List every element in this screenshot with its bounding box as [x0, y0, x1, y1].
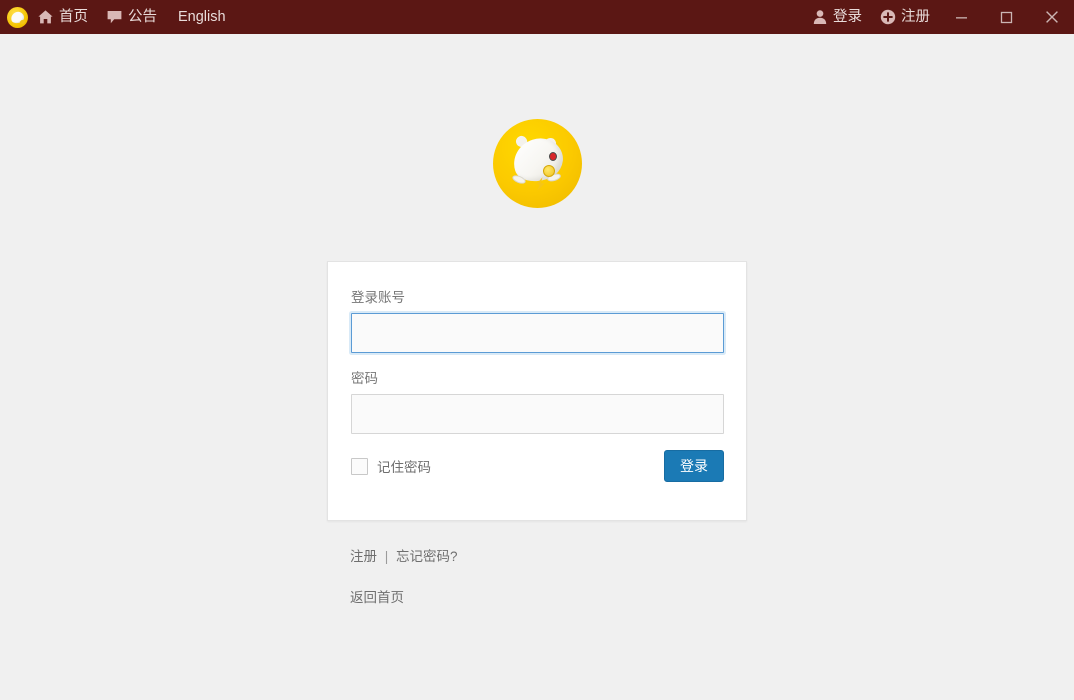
username-label: 登录账号	[351, 290, 405, 305]
window-minimize-button[interactable]	[939, 0, 984, 34]
forgot-password-link[interactable]: 忘记密码?	[396, 549, 458, 564]
window-close-button[interactable]	[1029, 0, 1074, 34]
titlebar-login-button[interactable]: 登录	[803, 0, 871, 34]
login-card-body: 登录账号 密码 记住密码 登录	[328, 262, 746, 483]
nav-item-announcement-label: 公告	[128, 8, 157, 25]
logo-eye	[548, 152, 557, 161]
nav-item-home[interactable]: 首页	[28, 0, 97, 34]
home-icon	[37, 9, 54, 25]
nav-item-language[interactable]: English	[166, 0, 238, 34]
remember-password-label: 记住密码	[377, 460, 431, 476]
titlebar-register-label: 注册	[901, 8, 930, 25]
minimize-icon	[956, 16, 967, 18]
nav-item-announcement[interactable]: 公告	[97, 0, 166, 34]
nav-item-language-label: English	[178, 8, 226, 25]
titlebar-right-group: 登录 注册	[803, 0, 1074, 34]
titlebar-left-group: 首页 公告 English	[0, 0, 238, 34]
close-icon	[1045, 11, 1058, 23]
password-input[interactable]	[351, 394, 724, 435]
titlebar-login-label: 登录	[833, 8, 862, 25]
password-field-group: 密码	[351, 371, 724, 435]
brand-logo-container	[0, 34, 1074, 208]
window-titlebar: 首页 公告 English 登录 注册	[0, 0, 1074, 34]
back-to-home-link[interactable]: 返回首页	[350, 590, 404, 605]
footer-links-row-1: 注册 | 忘记密码?	[350, 545, 458, 565]
login-page: 登录账号 密码 记住密码 登录 注册 | 忘记密码? 返回首页	[0, 34, 1074, 700]
app-logo-icon[interactable]	[7, 6, 28, 28]
username-field-group: 登录账号	[351, 290, 724, 354]
plus-circle-icon	[880, 9, 896, 25]
footer-links: 注册 | 忘记密码? 返回首页	[350, 545, 458, 606]
user-icon	[812, 9, 828, 25]
username-input[interactable]	[351, 313, 724, 354]
remember-password-checkbox[interactable]	[351, 457, 368, 475]
password-label: 密码	[351, 371, 378, 387]
login-submit-button[interactable]: 登录	[664, 450, 724, 483]
maximize-icon	[1000, 11, 1013, 23]
login-card: 登录账号 密码 记住密码 登录	[327, 261, 747, 521]
logo-cheek	[542, 165, 555, 177]
hamster-logo	[492, 119, 582, 208]
remember-password-checkbox-group[interactable]: 记住密码	[351, 456, 431, 476]
window-maximize-button[interactable]	[984, 0, 1029, 34]
footer-separator: |	[384, 549, 389, 564]
footer-links-row-2: 返回首页	[350, 586, 458, 606]
login-actions-row: 记住密码 登录	[351, 450, 724, 483]
titlebar-register-button[interactable]: 注册	[871, 0, 939, 34]
register-link[interactable]: 注册	[350, 549, 377, 564]
speech-bubble-icon	[106, 9, 123, 25]
nav-item-home-label: 首页	[59, 8, 88, 25]
